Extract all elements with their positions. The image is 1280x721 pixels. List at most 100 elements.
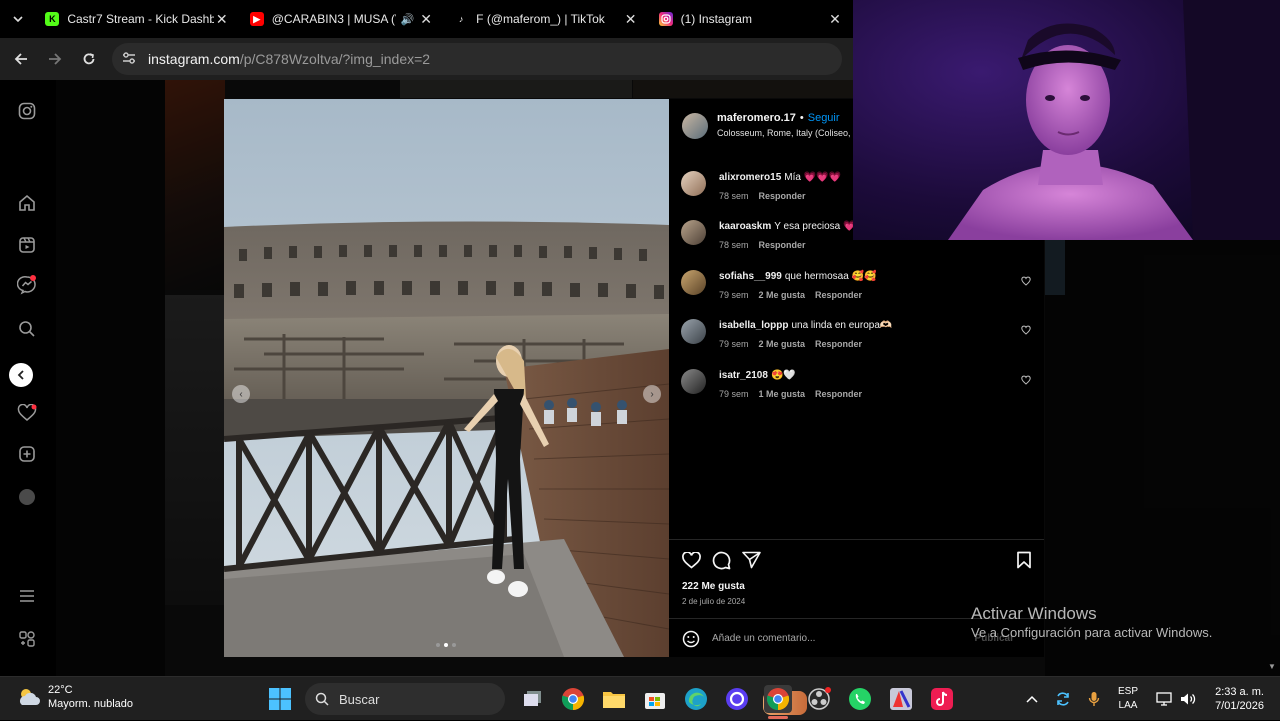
volume-icon[interactable] (1180, 677, 1196, 721)
comment-text: Mía 💗💗💗 (784, 172, 842, 183)
comment-username[interactable]: kaaroaskm (719, 221, 771, 232)
comment-text: Y esa preciosa 💗 (774, 221, 856, 232)
arrow-right-icon (49, 53, 62, 65)
save-bookmark-icon[interactable] (1013, 549, 1035, 571)
chrome-active-icon[interactable] (764, 685, 792, 719)
tab-instagram[interactable]: (1) Instagram ✕ (649, 0, 853, 38)
like-count[interactable]: 222 Me gusta (682, 581, 745, 592)
comment-item: isatr_2108 😍🤍 79 sem 1 Me gusta Responder (681, 369, 1031, 409)
commenter-avatar[interactable] (681, 369, 706, 394)
system-clock[interactable]: 2:33 a. m. 7/01/2026 (1210, 685, 1264, 713)
tiktok-app-icon[interactable] (928, 685, 956, 713)
back-button[interactable] (4, 42, 38, 76)
sync-icon[interactable] (1055, 677, 1071, 721)
clock-date: 7/01/2026 (1215, 700, 1264, 712)
commenter-avatar[interactable] (681, 171, 706, 196)
home-icon[interactable] (14, 190, 40, 216)
tab-title: Castr7 Stream - Kick Dashbo (67, 12, 214, 26)
author-username[interactable]: maferomero.17 (717, 112, 796, 124)
comment-username[interactable]: sofiahs__999 (719, 271, 782, 282)
carousel-prev-button[interactable]: ‹ (232, 385, 250, 403)
obs-record-icon[interactable] (805, 685, 833, 713)
comment-username[interactable]: isabella_loppp (719, 320, 788, 331)
app-circle-icon[interactable] (723, 685, 751, 713)
forward-button[interactable] (38, 42, 72, 76)
language-code: ESP (1118, 686, 1139, 697)
tab-title: @CARABIN3 | MUSA (V (271, 12, 397, 26)
reload-button[interactable] (72, 42, 106, 76)
reply-button[interactable]: Responder (759, 240, 806, 250)
threads-icon[interactable] (14, 626, 40, 652)
clock-time: 2:33 a. m. (1215, 686, 1264, 698)
menu-icon[interactable] (14, 583, 40, 609)
task-view-icon[interactable] (519, 685, 547, 713)
commenter-avatar[interactable] (681, 270, 706, 295)
reply-button[interactable]: Responder (815, 290, 862, 300)
messenger-icon[interactable] (14, 272, 40, 298)
weather-widget[interactable]: 22°C Mayorm. nublado (16, 683, 133, 711)
commenter-avatar[interactable] (681, 319, 706, 344)
youtube-icon: ▶ (249, 12, 264, 26)
search-icon[interactable] (14, 316, 40, 342)
whatsapp-icon[interactable] (846, 685, 874, 713)
edge-icon[interactable] (682, 685, 710, 713)
comment-like-count[interactable]: 2 Me gusta (759, 339, 806, 349)
create-icon[interactable] (14, 441, 40, 467)
follow-button[interactable]: Seguir (808, 112, 840, 124)
game-app-icon[interactable] (887, 685, 915, 713)
commenter-avatar[interactable] (681, 220, 706, 245)
notifications-heart-icon[interactable] (14, 400, 40, 426)
profile-avatar[interactable] (14, 484, 40, 510)
like-comment-heart-icon[interactable] (1021, 325, 1031, 335)
url-field[interactable]: instagram.com/p/C878Wzoltva/?img_index=2 (112, 43, 842, 75)
comment-bubble-icon[interactable] (710, 549, 732, 571)
emoji-icon[interactable] (682, 630, 700, 648)
windows-start-button[interactable] (268, 687, 292, 711)
comment-like-count[interactable]: 1 Me gusta (759, 389, 806, 399)
microphone-icon[interactable] (1088, 677, 1100, 721)
post-image[interactable]: ‹ › (224, 99, 669, 657)
chrome-icon[interactable] (559, 685, 587, 713)
weather-condition: Mayorm. nublado (48, 698, 133, 710)
microsoft-store-icon[interactable] (641, 685, 669, 713)
like-comment-heart-icon[interactable] (1021, 276, 1031, 286)
comment-username[interactable]: isatr_2108 (719, 370, 768, 381)
close-tab-icon[interactable]: ✕ (214, 11, 230, 28)
scroll-down-arrow-icon[interactable]: ▼ (1268, 662, 1278, 672)
reply-button[interactable]: Responder (815, 389, 862, 399)
activation-subtitle: Ve a Configuración para activar Windows. (971, 625, 1213, 640)
reels-icon[interactable] (14, 232, 40, 258)
tab-search-button[interactable] (0, 0, 35, 38)
comment-like-count[interactable]: 2 Me gusta (759, 290, 806, 300)
share-paper-plane-icon[interactable] (740, 549, 762, 571)
input-language[interactable]: ESP LAA (1118, 685, 1138, 713)
speaker-icon[interactable]: 🔊 (400, 13, 414, 26)
file-explorer-icon[interactable] (600, 685, 628, 713)
taskbar-search[interactable]: Buscar (305, 683, 807, 715)
like-heart-icon[interactable] (680, 549, 702, 571)
close-tab-icon[interactable]: ✕ (623, 11, 639, 28)
tiktok-icon: ♪ (458, 14, 464, 24)
comment-text: que hermosaa 🥰🥰 (784, 271, 877, 282)
reply-button[interactable]: Responder (759, 191, 806, 201)
comment-input[interactable]: Añade un comentario... (712, 633, 815, 644)
like-comment-heart-icon[interactable] (1021, 375, 1031, 385)
close-tab-icon[interactable]: ✕ (418, 11, 434, 28)
reload-icon (83, 53, 95, 65)
close-tab-icon[interactable]: ✕ (827, 11, 843, 28)
windows-taskbar: 22°C Mayorm. nublado Buscar ESP LAA 2:33 a… (0, 676, 1280, 720)
show-hidden-icons-button[interactable] (1026, 677, 1038, 721)
tab-kick[interactable]: K Castr7 Stream - Kick Dashbo ✕ (35, 0, 239, 38)
author-avatar[interactable] (682, 113, 708, 139)
tab-tiktok[interactable]: ♪ F (@maferom_) | TikTok ✕ (444, 0, 648, 38)
reply-button[interactable]: Responder (815, 339, 862, 349)
carousel-next-button[interactable]: › (643, 385, 661, 403)
tab-youtube[interactable]: ▶ @CARABIN3 | MUSA (V 🔊 ✕ (240, 0, 444, 38)
network-icon[interactable] (1156, 677, 1174, 721)
url-host: instagram.com (148, 51, 240, 67)
comment-username[interactable]: alixromero15 (719, 172, 781, 183)
comment-text: 😍🤍 (770, 370, 796, 381)
site-settings-icon[interactable] (122, 51, 144, 67)
previous-post-button[interactable] (9, 363, 33, 387)
instagram-logo-icon[interactable] (14, 98, 40, 124)
